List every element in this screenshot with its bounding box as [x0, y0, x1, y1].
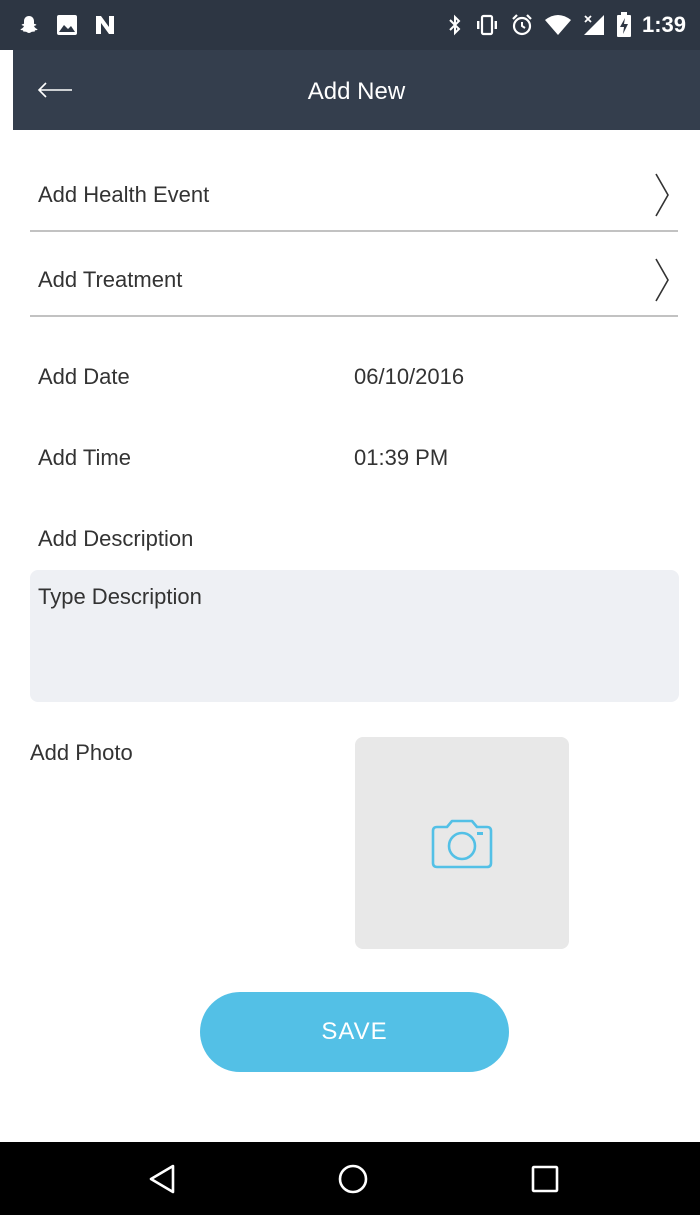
bluetooth-icon	[449, 14, 461, 36]
cell-signal-icon	[583, 15, 604, 35]
description-input[interactable]	[30, 570, 679, 702]
status-time: 1:39	[641, 12, 686, 37]
status-bar: 1:39	[0, 0, 700, 50]
snapchat-icon	[20, 16, 38, 33]
add-time-label: Add Time	[38, 445, 131, 470]
status-left-icons	[18, 0, 116, 50]
system-back-button[interactable]	[122, 1142, 202, 1215]
status-right-icons: 1:39	[446, 0, 686, 50]
save-button[interactable]: SAVE	[200, 992, 509, 1072]
add-health-event-row[interactable]: Add Health Event	[30, 160, 678, 232]
back-button[interactable]	[25, 64, 85, 116]
chevron-right-icon	[655, 173, 669, 217]
home-circle-icon	[338, 1164, 368, 1193]
chevron-right-icon	[655, 258, 669, 302]
battery-icon	[616, 12, 631, 37]
image-icon	[57, 15, 77, 35]
vibrate-icon	[476, 14, 497, 36]
wifi-icon	[544, 15, 571, 35]
add-treatment-row[interactable]: Add Treatment	[30, 245, 678, 317]
system-recents-button[interactable]	[505, 1142, 585, 1215]
add-photo-button[interactable]	[355, 737, 569, 949]
time-value[interactable]: 01:39 PM	[354, 445, 448, 471]
back-triangle-icon	[149, 1164, 175, 1193]
alarm-icon	[512, 14, 532, 36]
date-value[interactable]: 06/10/2016	[354, 364, 464, 390]
n-logo-icon	[96, 16, 114, 34]
system-home-button[interactable]	[313, 1142, 393, 1215]
add-date-label: Add Date	[38, 364, 130, 389]
add-photo-label: Add Photo	[30, 740, 133, 765]
header-bar: Add New	[13, 50, 700, 130]
page-title: Add New	[307, 78, 406, 105]
add-treatment-label: Add Treatment	[38, 267, 183, 292]
system-nav-bar	[0, 1142, 700, 1215]
recents-square-icon	[531, 1165, 559, 1192]
camera-icon	[431, 819, 493, 869]
add-health-event-label: Add Health Event	[38, 182, 210, 207]
add-description-label: Add Description	[38, 526, 194, 551]
arrow-left-icon	[37, 82, 72, 98]
